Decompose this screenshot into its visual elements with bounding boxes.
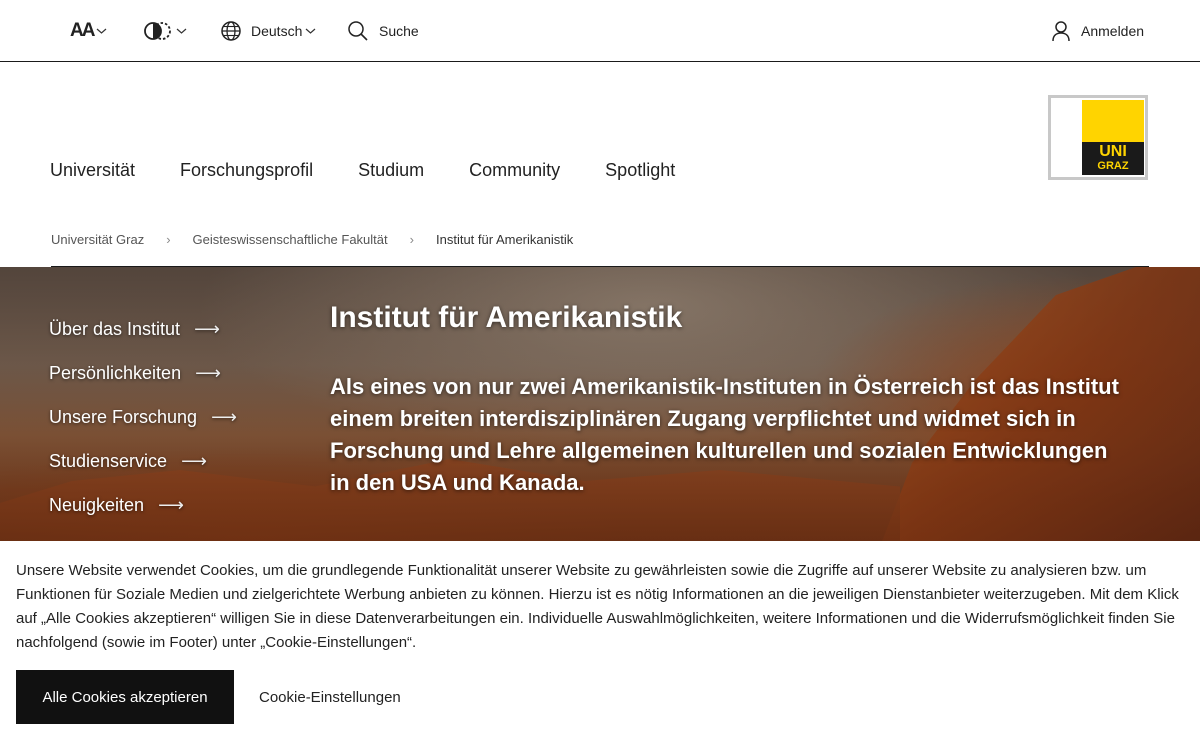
hero-banner: Über das Institut ⟶ Persönlichkeiten ⟶ U… [0,267,1200,547]
breadcrumb-item-faculty[interactable]: Geisteswissenschaftliche Fakultät [193,232,388,247]
logo-line-1: UNI [1099,143,1127,160]
font-size-icon: AA [70,20,95,41]
search-icon [348,21,368,41]
breadcrumb-separator-icon: › [166,232,171,247]
sidenav-item-studienservice[interactable]: Studienservice ⟶ [49,439,237,483]
sidenav-item-label: Unsere Forschung [49,406,198,427]
search-button[interactable]: Suche [347,0,419,62]
arrow-right-icon: ⟶ [211,406,237,427]
hero-intro-text: Als eines von nur zwei Amerikanistik-Ins… [330,374,1119,495]
font-size-toggle[interactable]: AA [70,0,107,62]
sidenav-item-ueber-das-institut[interactable]: Über das Institut ⟶ [49,307,237,351]
chevron-down-icon [305,28,316,34]
language-selector[interactable]: Deutsch [220,0,316,62]
nav-item-universitaet[interactable]: Universität [50,160,135,181]
cookie-banner: Unsere Website verwendet Cookies, um die… [0,541,1200,740]
search-label: Suche [379,23,419,39]
section-navigation: Über das Institut ⟶ Persönlichkeiten ⟶ U… [49,307,237,527]
breadcrumb-separator-icon: › [409,232,414,247]
arrow-right-icon: ⟶ [158,494,184,515]
logo-line-2: GRAZ [1097,160,1129,172]
arrow-right-icon: ⟶ [181,450,207,471]
globe-icon [221,21,241,41]
cookie-settings-button[interactable]: Cookie-Einstellungen [259,670,401,724]
nav-item-spotlight[interactable]: Spotlight [605,160,675,181]
utility-bar: AA Deutsch Suche Anmelden [0,0,1200,62]
login-label: Anmelden [1081,23,1145,39]
accept-all-cookies-button[interactable]: Alle Cookies akzeptieren [16,670,234,724]
breadcrumb-item-university[interactable]: Universität Graz [51,232,144,247]
cookie-notice-text: Unsere Website verwendet Cookies, um die… [16,562,1179,651]
logo-wordmark: UNI GRAZ [1082,142,1144,175]
chevron-down-icon [176,28,187,34]
nav-item-forschungsprofil[interactable]: Forschungsprofil [180,160,313,181]
user-icon [1052,21,1070,42]
uni-graz-logo[interactable]: UNI GRAZ [1048,95,1148,180]
login-button[interactable]: Anmelden [1051,0,1144,62]
nav-item-community[interactable]: Community [469,160,560,181]
breadcrumb: Universität Graz › Geisteswissenschaftli… [51,232,573,247]
breadcrumb-item-current: Institut für Amerikanistik [435,232,574,247]
sidenav-item-label: Neuigkeiten [49,494,145,515]
contrast-toggle[interactable] [143,0,187,62]
page-title: Institut für Amerikanistik [330,301,683,334]
sidenav-item-persoenlichkeiten[interactable]: Persönlichkeiten ⟶ [49,351,237,395]
nav-item-studium[interactable]: Studium [358,160,424,181]
arrow-right-icon: ⟶ [195,362,221,383]
contrast-icon [144,22,171,40]
main-navigation: Universität Forschungsprofil Studium Com… [50,160,720,181]
sidenav-item-neuigkeiten[interactable]: Neuigkeiten ⟶ [49,483,237,527]
sidenav-item-label: Studienservice [49,450,168,471]
sidenav-item-label: Persönlichkeiten [49,362,182,383]
arrow-right-icon: ⟶ [194,318,220,339]
sidenav-item-label: Über das Institut [49,318,181,339]
chevron-down-icon [97,28,107,34]
sidenav-item-unsere-forschung[interactable]: Unsere Forschung ⟶ [49,395,237,439]
language-label: Deutsch [251,23,303,39]
